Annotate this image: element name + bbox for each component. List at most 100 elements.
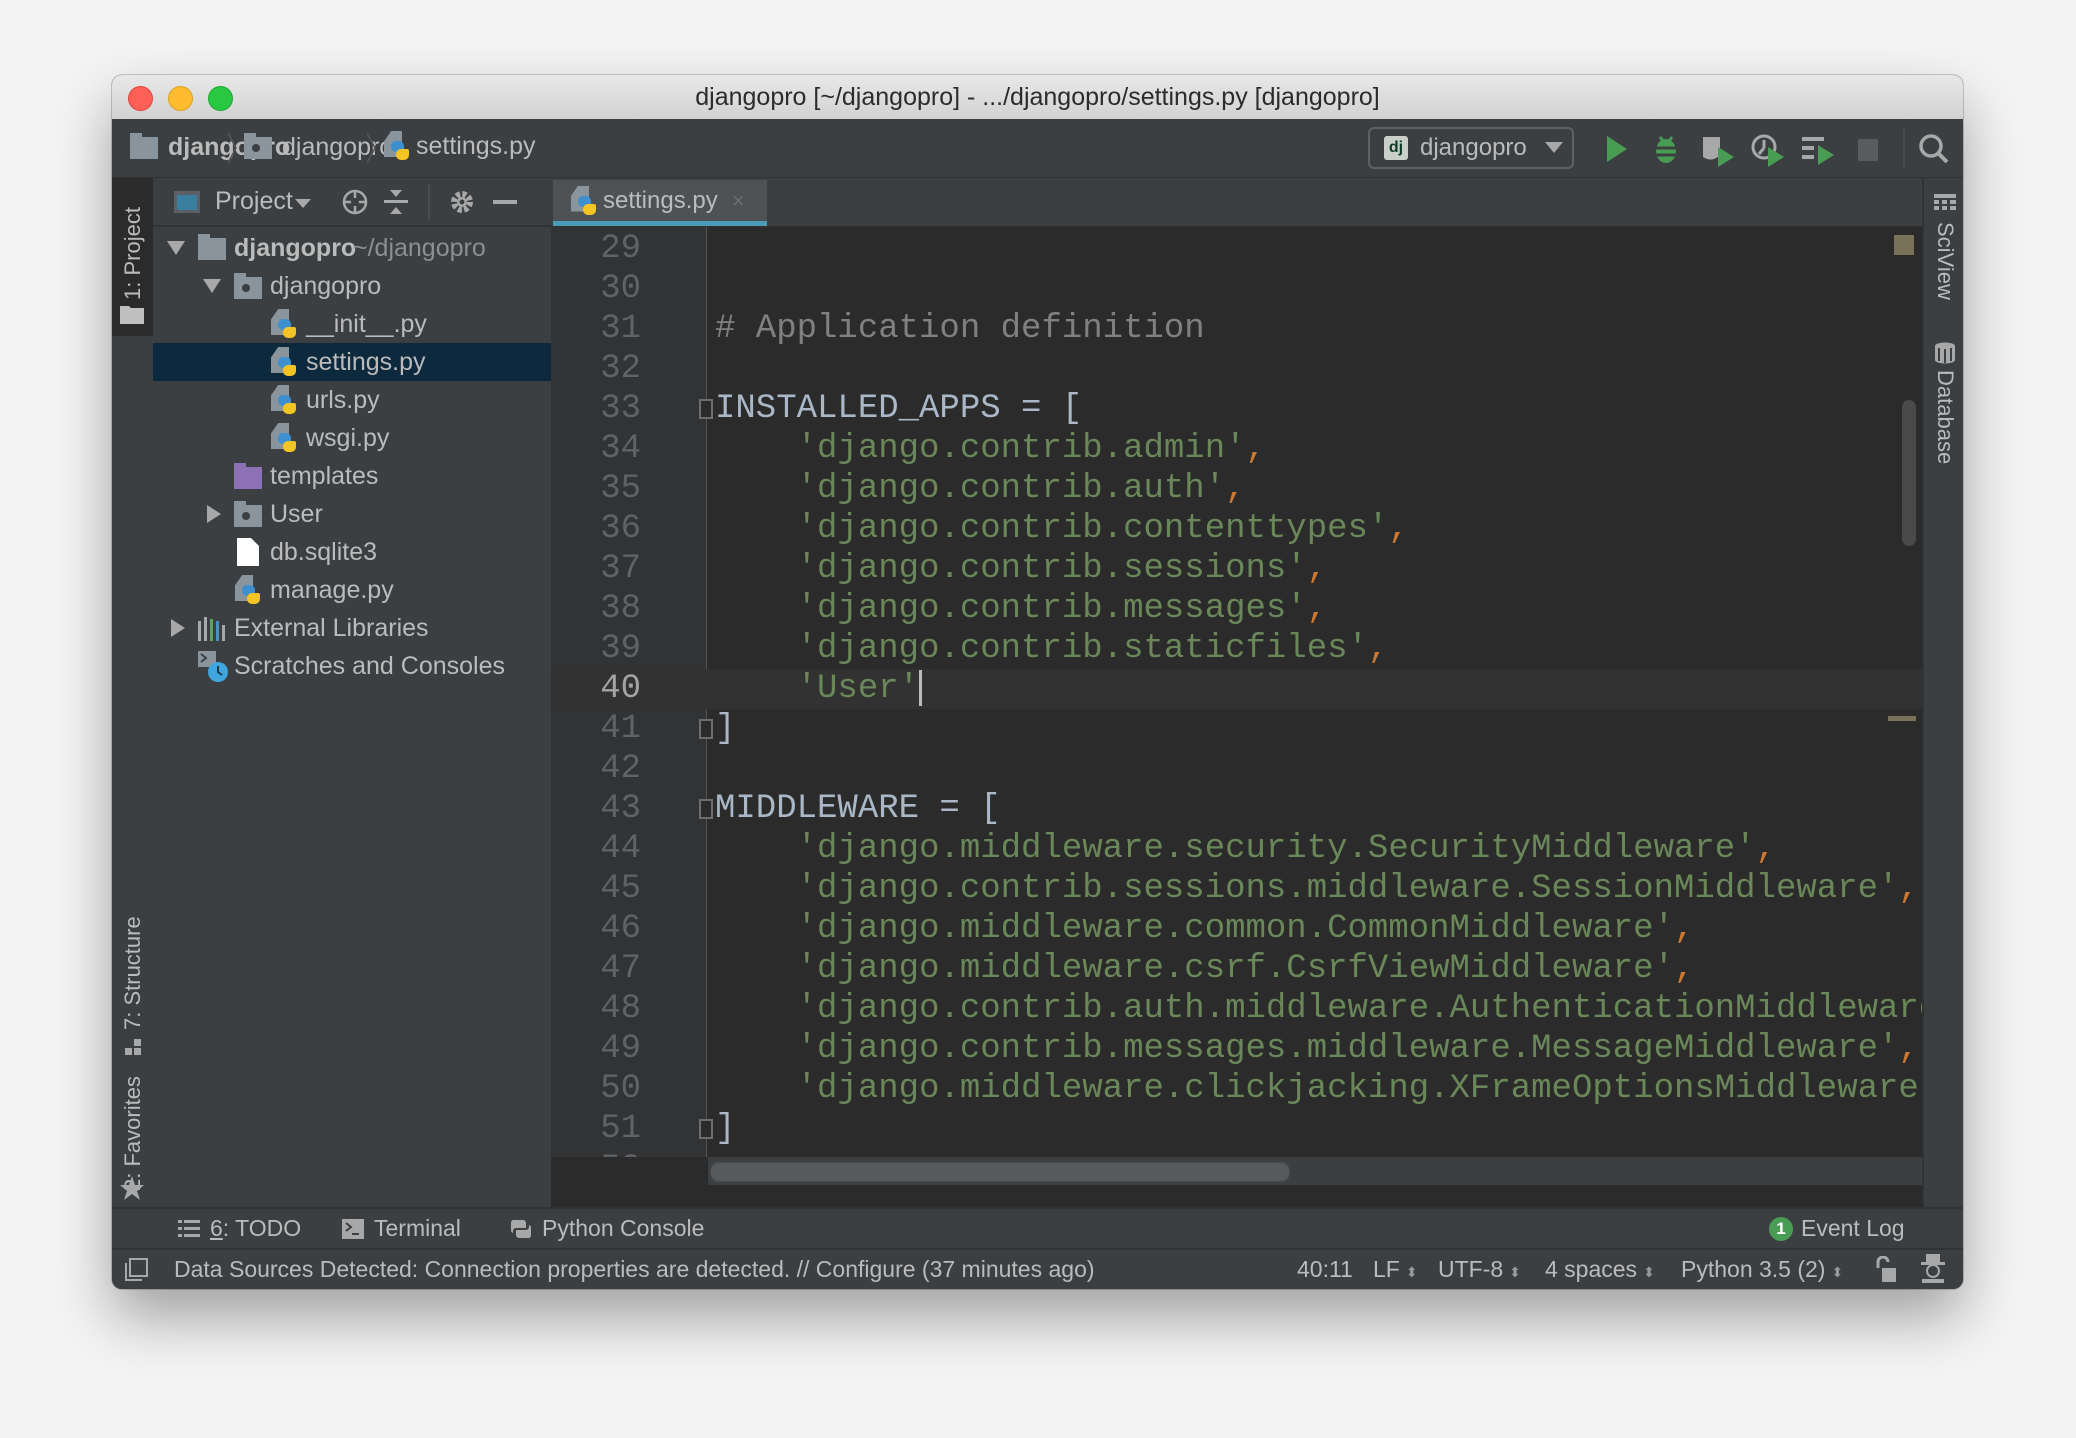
hide-panel-icon[interactable] [493,200,517,204]
interpreter-select[interactable]: Python 3.5 (2) ⬍ [1681,1256,1843,1283]
hector-inspector-icon[interactable] [1920,1254,1946,1284]
run-icon [1607,136,1627,162]
code-line[interactable]: 37 'django.contrib.sessions', [551,549,1922,589]
code-text: INSTALLED_APPS = [ [715,389,1082,429]
tool-tab-structure[interactable]: 7: Structure [112,898,153,1058]
code-line[interactable]: 47 'django.middleware.csrf.CsrfViewMiddl… [551,949,1922,989]
fold-marker-icon[interactable] [699,719,713,739]
line-separator-label: LF [1373,1256,1400,1282]
updown-arrows-icon: ⬍ [1643,1264,1655,1280]
gear-icon[interactable] [448,188,476,216]
code-line[interactable]: 41] [551,709,1922,749]
code-line[interactable]: 49 'django.contrib.messages.middleware.M… [551,1029,1922,1069]
horizontal-scrollbar[interactable] [710,1162,1290,1182]
stop-button[interactable] [1852,133,1884,165]
code-line[interactable]: 29 [551,229,1922,269]
tool-tab-favorites[interactable]: 2: Favorites [112,1076,153,1203]
line-number: 35 [600,470,641,508]
code-editor[interactable]: 29 30 31 # Application definition 32 33 INSTAL… [551,227,1922,1157]
tree-item-djangopro-package[interactable]: djangopro [153,267,551,305]
package-folder-icon [234,273,262,299]
code-line[interactable]: 52 [551,1149,1922,1157]
tree-item-external-libraries[interactable]: External Libraries [153,609,551,647]
chevron-down-icon [1544,142,1563,153]
tool-tab-event-log[interactable]: 1 Event Log [1769,1215,1905,1242]
tool-tab-project[interactable]: 1: Project [112,178,153,336]
expand-arrow-icon[interactable] [171,619,185,637]
status-message[interactable]: Data Sources Detected: Connection proper… [174,1256,1095,1283]
locate-file-icon[interactable] [341,188,369,216]
django-icon: dj [1384,136,1408,160]
run-with-coverage-icon [1703,137,1734,167]
code-line[interactable]: 45 'django.contrib.sessions.middleware.S… [551,869,1922,909]
inspection-status-icon[interactable] [1894,235,1914,255]
code-line[interactable]: 42 [551,749,1922,789]
collapse-all-icon[interactable] [383,188,409,216]
tool-tab-terminal[interactable]: Terminal [342,1215,461,1242]
code-line[interactable]: 46 'django.middleware.common.CommonMiddl… [551,909,1922,949]
expand-arrow-icon[interactable] [167,241,185,255]
tree-item-scratches[interactable]: Scratches and Consoles [153,647,551,685]
fold-marker-icon[interactable] [699,1119,713,1139]
warning-stripe-marker[interactable] [1888,716,1916,721]
text-caret [919,670,923,707]
vertical-scrollbar[interactable] [1902,400,1916,546]
run-configuration-select[interactable]: dj djangopro [1368,127,1574,169]
expand-arrow-icon[interactable] [207,505,221,523]
code-line[interactable]: 43 MIDDLEWARE = [ [551,789,1922,829]
project-view-select[interactable]: Project [215,187,311,216]
close-tab-icon[interactable]: × [732,188,745,214]
tool-tab-python-console[interactable]: Python Console [510,1215,704,1242]
tree-item-wsgi-py[interactable]: wsgi.py [153,419,551,457]
encoding-select[interactable]: UTF-8 ⬍ [1438,1256,1521,1283]
tree-item-settings-py[interactable]: settings.py [153,343,551,381]
code-line[interactable]: 32 [551,349,1922,389]
run-concurrency-button[interactable] [1800,133,1834,165]
code-text: 'django.middleware.common.CommonMiddlewa… [715,909,1695,949]
code-line[interactable]: 48 'django.contrib.auth.middleware.Authe… [551,989,1922,1029]
tree-item-db-sqlite3[interactable]: db.sqlite3 [153,533,551,571]
tree-item-manage-py[interactable]: manage.py [153,571,551,609]
python-console-label: Python Console [542,1215,705,1241]
code-line[interactable]: 50 'django.middleware.clickjacking.XFram… [551,1069,1922,1109]
search-everywhere-button[interactable] [1918,133,1950,165]
code-line[interactable]: 36 'django.contrib.contenttypes', [551,509,1922,549]
tree-item-templates[interactable]: templates [153,457,551,495]
fold-marker-icon[interactable] [699,799,713,819]
tool-tab-sciview[interactable]: SciView [1924,188,1963,308]
line-number: 38 [600,590,641,628]
tool-tab-database[interactable]: Database [1924,338,1963,478]
debug-button[interactable] [1650,133,1682,165]
indent-select[interactable]: 4 spaces ⬍ [1545,1256,1655,1283]
code-token-punc: , [1673,950,1695,988]
run-button[interactable] [1600,133,1632,165]
expand-arrow-icon[interactable] [203,279,221,293]
caret-position[interactable]: 40:11 [1297,1256,1353,1283]
right-tool-window-strip: SciView Database [1922,178,1963,1282]
breadcrumb-file[interactable]: settings.py [384,131,536,161]
code-line[interactable]: 51] [551,1109,1922,1149]
tool-windows-toggle-icon[interactable] [124,1258,148,1282]
code-line[interactable]: 35 'django.contrib.auth', [551,469,1922,509]
code-line[interactable]: 34 'django.contrib.admin', [551,429,1922,469]
run-with-coverage-button[interactable] [1700,133,1734,167]
profile-button[interactable] [1750,133,1784,167]
tree-item-urls-py[interactable]: urls.py [153,381,551,419]
tree-item-user[interactable]: User [153,495,551,533]
bottom-tool-window-bar: 6: TODO Terminal Python Console 1 Event … [112,1207,1963,1249]
code-text: ] [715,709,735,749]
line-separator-select[interactable]: LF ⬍ [1373,1256,1418,1283]
code-line[interactable]: 44 'django.middleware.security.SecurityM… [551,829,1922,869]
unlock-icon[interactable] [1874,1256,1898,1284]
tool-tab-todo[interactable]: 6: TODO [178,1215,301,1242]
code-line[interactable]: 39 'django.contrib.staticfiles', [551,629,1922,669]
fold-marker-icon[interactable] [699,399,713,419]
code-line[interactable]: 40 'User' [551,669,1922,709]
code-line[interactable]: 30 [551,269,1922,309]
code-line[interactable]: 31 # Application definition [551,309,1922,349]
editor-tab-settings-py[interactable]: settings.py × [553,180,767,226]
tree-item-djangopro-root[interactable]: djangopro ~/djangopro [153,229,551,267]
code-line[interactable]: 38 'django.contrib.messages', [551,589,1922,629]
code-line[interactable]: 33 INSTALLED_APPS = [ [551,389,1922,429]
tree-item-init-py[interactable]: __init__.py [153,305,551,343]
